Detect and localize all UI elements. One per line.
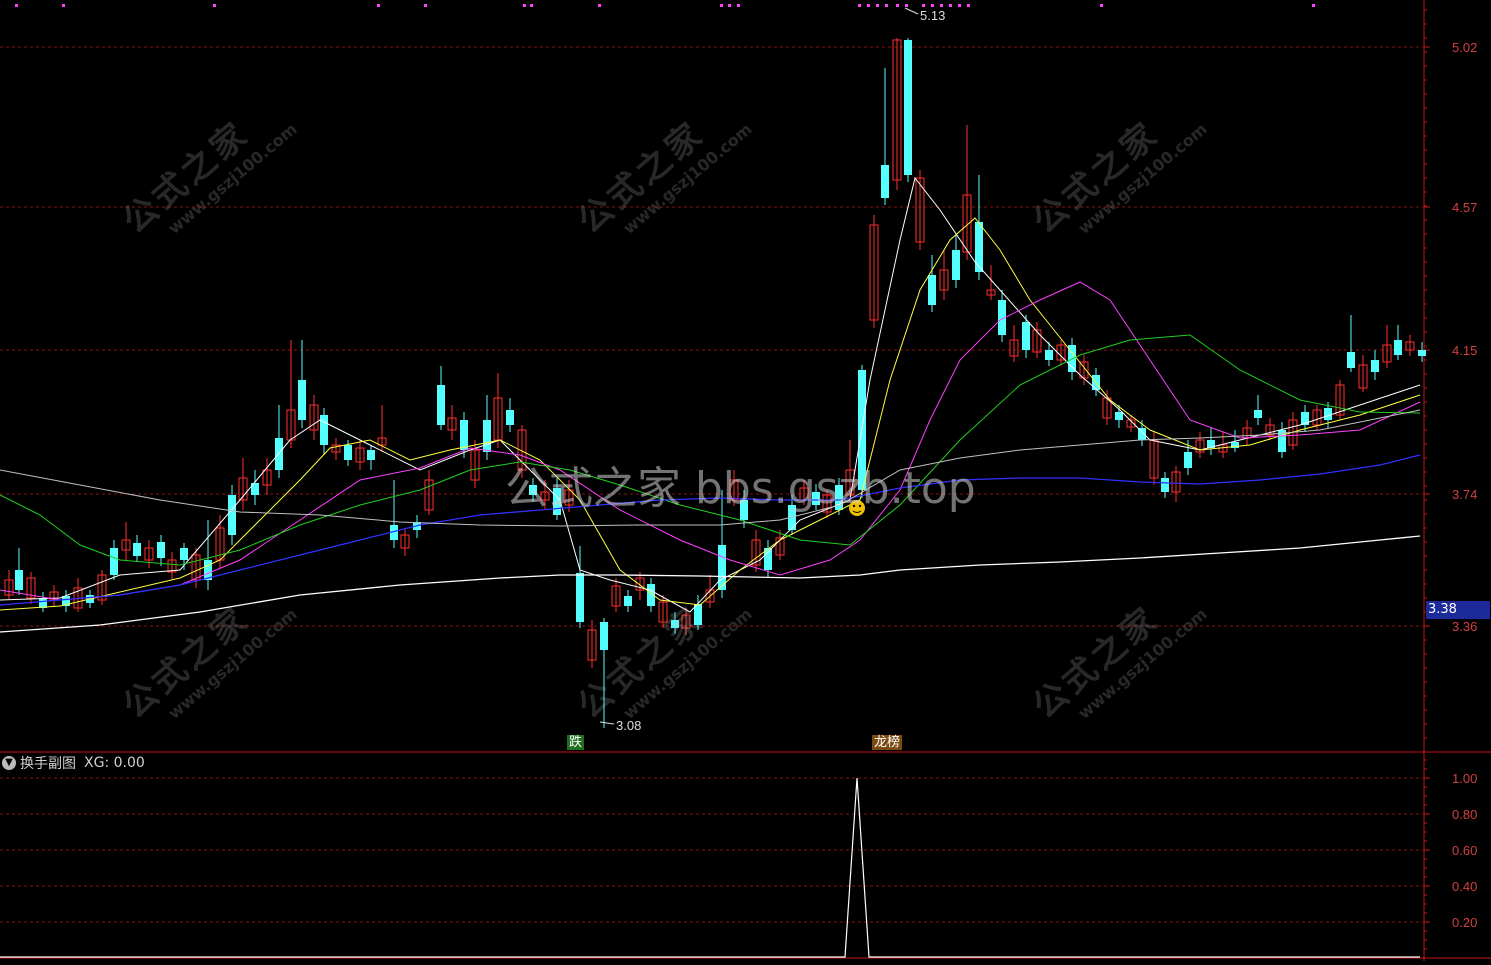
top-marker-dot — [967, 4, 970, 7]
top-marker-dot — [876, 4, 879, 7]
low-marker-label: 3.08 — [616, 718, 641, 733]
candle-body — [1371, 360, 1379, 372]
y-tick-label: 4.57 — [1452, 200, 1477, 215]
top-marker-dot — [922, 4, 925, 7]
top-marker-dot — [1100, 4, 1103, 7]
candle-body — [671, 620, 679, 628]
kline-chart-svg[interactable]: 5.02 4.57 4.15 3.74 3.36 1.00 0.80 0.60 0.40 0.20… — [0, 0, 1491, 961]
candle-body — [1045, 350, 1053, 360]
top-marker-dot — [213, 4, 216, 7]
top-marker-dot — [728, 4, 731, 7]
sub-chart-header: ▼ 换手副图 XG: 0.00 — [0, 753, 145, 773]
high-marker-arrow — [904, 7, 919, 15]
smiley-signal-icon — [849, 500, 865, 516]
candle-body — [576, 573, 584, 622]
chevron-down-icon[interactable]: ▼ — [2, 756, 16, 770]
candle-body — [1161, 478, 1169, 492]
xg-indicator-line — [0, 777, 1420, 958]
sub-y-tick-label: 0.60 — [1452, 843, 1477, 858]
top-marker-dot — [949, 4, 952, 7]
candle-body — [367, 450, 375, 460]
candle-body — [1254, 410, 1262, 418]
candle-body — [157, 542, 165, 558]
candle-body — [1394, 340, 1402, 355]
top-marker-dot — [896, 4, 899, 7]
top-marker-dot — [958, 4, 961, 7]
candle-body — [952, 250, 960, 280]
top-marker-dot — [931, 4, 934, 7]
sub-y-tick-label: 0.20 — [1452, 915, 1477, 930]
candle-body — [553, 488, 561, 515]
low-marker-arrow — [599, 721, 615, 725]
candle-body — [1347, 352, 1355, 368]
candle-body — [133, 543, 141, 556]
candle-body — [180, 548, 188, 560]
y-tick-label: 4.15 — [1452, 343, 1477, 358]
candle-body — [740, 500, 748, 520]
current-price-box: 3.38 — [1426, 601, 1490, 619]
candle-body — [600, 622, 608, 650]
top-marker-dot — [530, 4, 533, 7]
top-marker-dot — [523, 4, 526, 7]
ma120-line — [0, 409, 1421, 527]
signal-tag-dragon-list: 龙榜 — [872, 735, 903, 750]
y-tick-label: 5.02 — [1452, 40, 1477, 55]
top-marker-dot — [737, 4, 740, 7]
candle-body — [298, 380, 306, 420]
candle-body — [275, 438, 283, 470]
candle-body — [460, 420, 468, 450]
top-marker-dot — [905, 4, 908, 7]
ma30-line — [0, 334, 1421, 566]
top-marker-dot — [598, 4, 601, 7]
signal-tag-drop: 跌 — [567, 735, 585, 750]
candle-body — [812, 492, 820, 505]
sub-chart-title: 换手副图 — [20, 756, 76, 772]
candle-body — [344, 445, 352, 460]
candle-body — [437, 385, 445, 425]
candle-body — [624, 596, 632, 606]
ma5-line — [0, 176, 1421, 613]
top-marker-dot — [15, 4, 18, 7]
candle-body — [904, 40, 912, 175]
sub-y-tick-label: 1.00 — [1452, 771, 1477, 786]
chart-stage[interactable]: 5.02 4.57 4.15 3.74 3.36 1.00 0.80 0.60 0.40 0.20… — [0, 0, 1491, 961]
candle-body — [110, 548, 118, 575]
top-marker-dot — [1312, 4, 1315, 7]
candle-body — [228, 495, 236, 535]
candle-body — [529, 485, 537, 495]
y-tick-label: 3.36 — [1452, 619, 1477, 634]
smiley-eye — [852, 504, 856, 508]
top-marker-dot — [62, 4, 65, 7]
candle-body — [15, 570, 23, 590]
top-marker-dot — [867, 4, 870, 7]
indicator-readout: XG: 0.00 — [84, 755, 145, 771]
candle-body — [1115, 412, 1123, 420]
top-marker-dot — [858, 4, 861, 7]
high-marker-label: 5.13 — [920, 8, 945, 23]
top-marker-dot — [424, 4, 427, 7]
y-tick-label: 3.74 — [1452, 487, 1477, 502]
candle-body — [1184, 452, 1192, 468]
sub-y-tick-label: 0.40 — [1452, 879, 1477, 894]
ma10-line — [0, 217, 1421, 611]
candle-body — [928, 275, 936, 305]
candle-body — [483, 420, 491, 452]
candle-body — [1418, 350, 1426, 356]
sub-y-tick-label: 0.80 — [1452, 807, 1477, 822]
top-marker-dot — [885, 4, 888, 7]
candle-body — [1324, 408, 1332, 420]
top-marker-dot — [940, 4, 943, 7]
candle-body — [320, 415, 328, 445]
candle-body — [881, 165, 889, 198]
top-marker-dot — [720, 4, 723, 7]
top-marker-dot — [377, 4, 380, 7]
candle-body — [506, 410, 514, 425]
smiley-eye — [858, 504, 862, 508]
candle-body — [1022, 322, 1030, 350]
candle-body — [975, 222, 983, 272]
